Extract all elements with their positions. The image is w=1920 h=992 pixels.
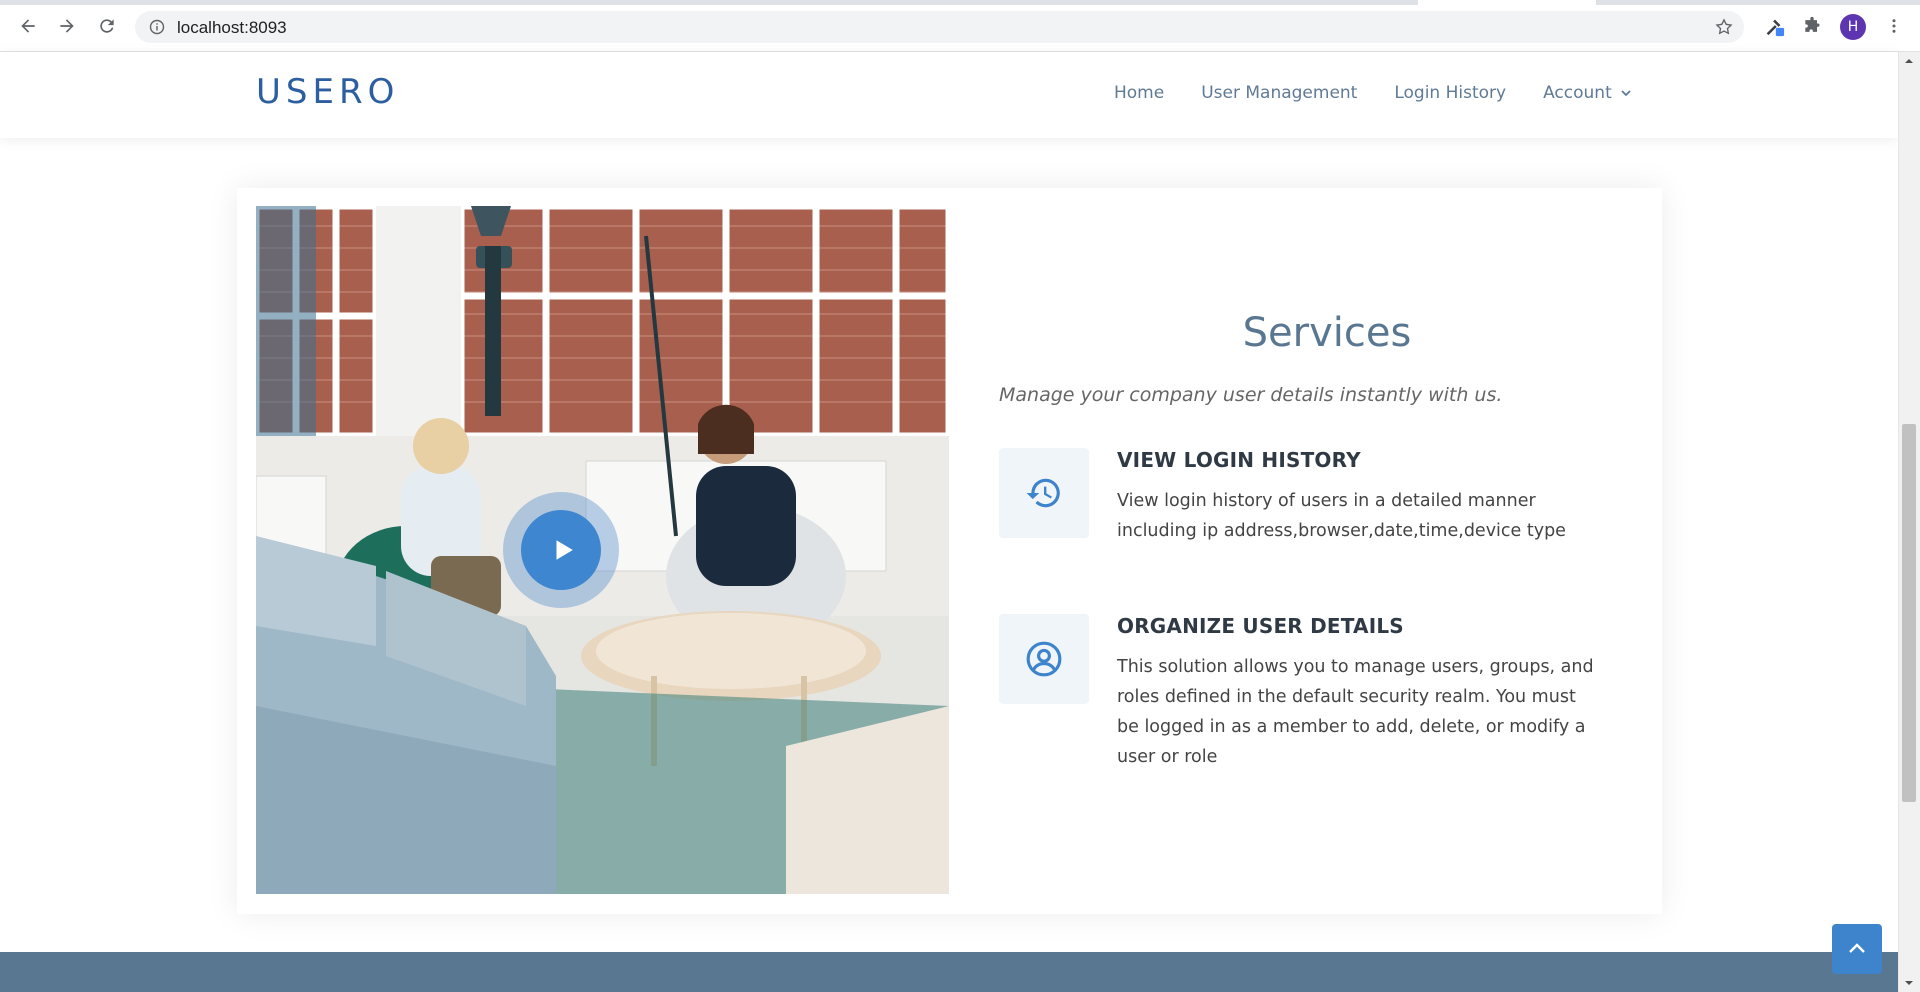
browser-toolbar: localhost:8093 H — [0, 0, 1920, 52]
main-nav: Home User Management Login History Accou… — [1114, 83, 1669, 103]
feature-description: This solution allows you to manage users… — [1117, 657, 1594, 767]
feature-title: ORGANIZE USER DETAILS — [1117, 614, 1404, 638]
chevron-up-icon — [1849, 943, 1865, 953]
nav-account[interactable]: Account — [1543, 83, 1632, 103]
page-scrollbar[interactable] — [1898, 52, 1920, 992]
user-circle-icon — [1026, 641, 1062, 677]
office-photo — [256, 206, 949, 894]
url-text[interactable]: localhost:8093 — [177, 18, 287, 38]
menu-icon[interactable] — [1882, 14, 1906, 38]
site-logo[interactable]: USERO — [256, 72, 399, 112]
play-button-core — [520, 510, 601, 590]
info-icon[interactable] — [149, 19, 165, 35]
footer-band — [0, 952, 1898, 992]
profile-avatar[interactable]: H — [1840, 14, 1866, 40]
play-icon — [556, 540, 573, 560]
reload-icon[interactable] — [93, 12, 121, 40]
history-icon — [1026, 478, 1060, 508]
nav-home[interactable]: Home — [1114, 83, 1164, 103]
puzzle-icon[interactable] — [1800, 14, 1824, 38]
back-to-top-button[interactable] — [1832, 924, 1882, 974]
feature-description: View login history of users in a detaile… — [1117, 491, 1566, 541]
services-section: Services Manage your company user detail… — [237, 188, 1662, 914]
scrollbar-thumb[interactable] — [1902, 424, 1916, 802]
star-icon[interactable] — [1714, 17, 1734, 37]
address-bar[interactable]: localhost:8093 — [135, 11, 1744, 43]
tab-strip — [0, 0, 1920, 5]
forward-icon[interactable] — [53, 12, 81, 40]
nav-login-history[interactable]: Login History — [1394, 83, 1506, 103]
scroll-up-icon[interactable] — [1904, 56, 1914, 66]
services-title: Services — [1242, 310, 1412, 356]
back-icon[interactable] — [14, 12, 42, 40]
feature-icon-box — [999, 448, 1089, 538]
active-tab[interactable] — [1418, 0, 1596, 5]
site-header: USERO Home User Management Login History… — [0, 52, 1898, 138]
feature-title: VIEW LOGIN HISTORY — [1117, 448, 1361, 472]
services-subtitle: Manage your company user details instant… — [999, 384, 1503, 406]
extension-icon[interactable] — [1762, 14, 1786, 38]
nav-user-management[interactable]: User Management — [1201, 83, 1357, 103]
chevron-down-icon — [1621, 90, 1631, 97]
feature-icon-box — [999, 614, 1089, 704]
scroll-down-icon[interactable] — [1904, 978, 1914, 988]
play-video-button[interactable] — [502, 492, 619, 608]
nav-account-label: Account — [1543, 83, 1612, 103]
